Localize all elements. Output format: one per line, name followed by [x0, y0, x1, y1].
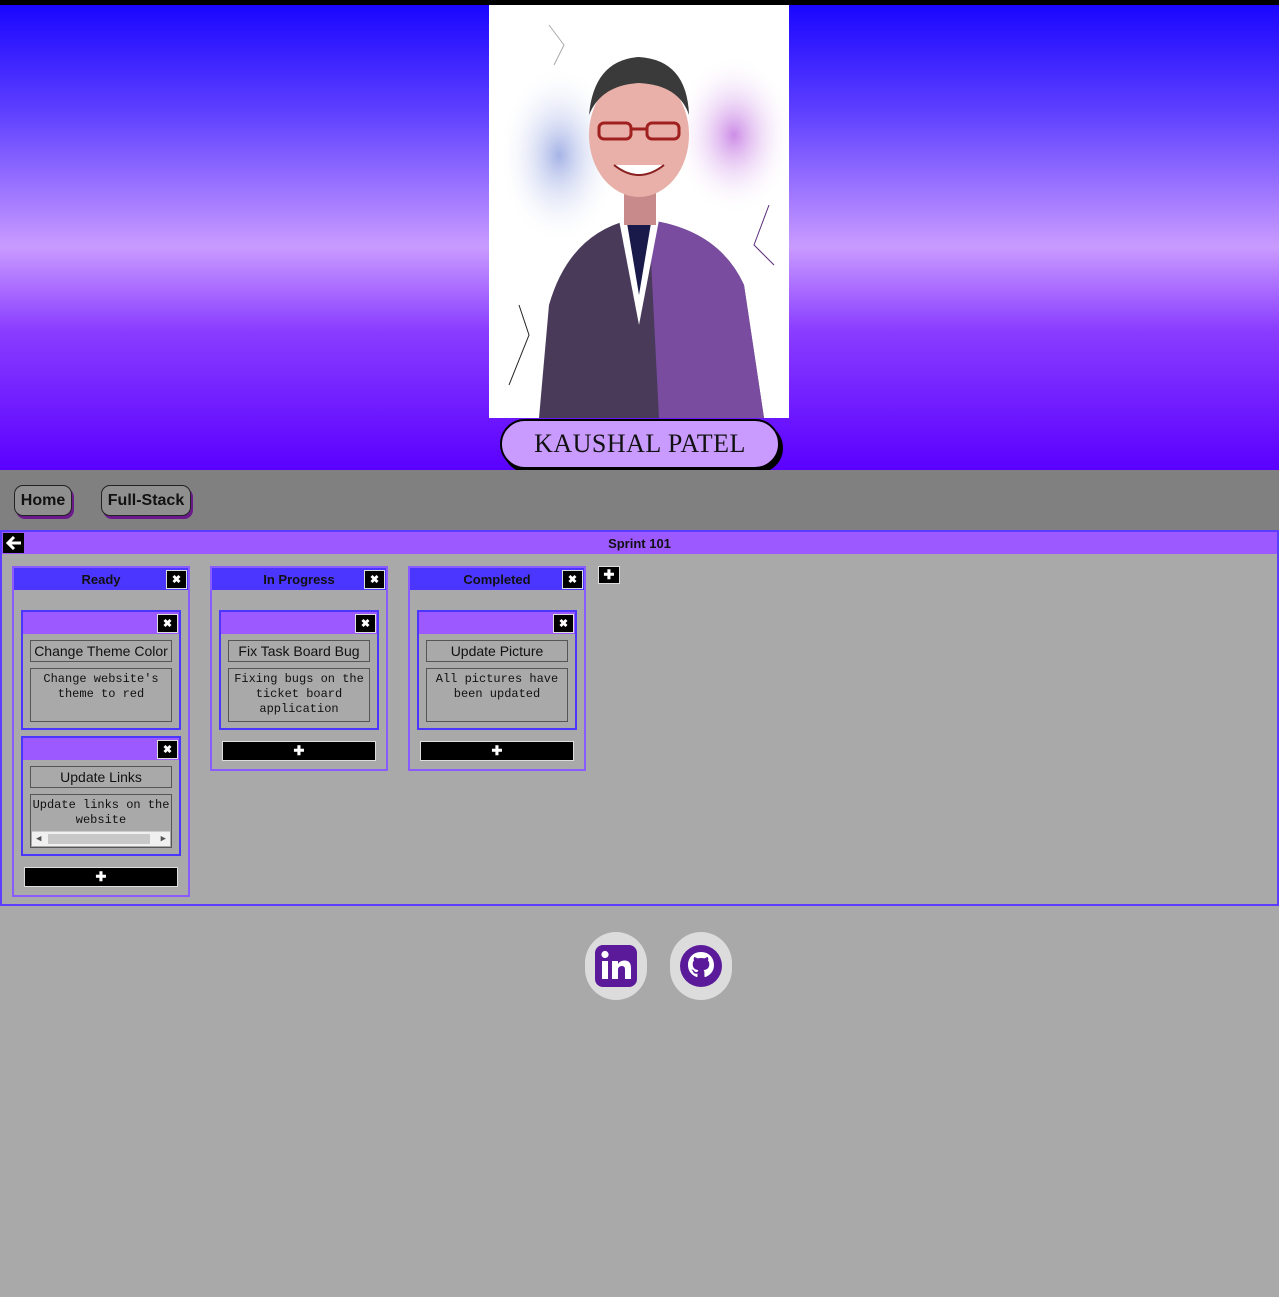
- card-description[interactable]: Update links on the website ◀ ▶: [30, 794, 172, 848]
- column-in-progress: In Progress ✖ ✖ Fix Task Board Bug Fixin…: [210, 566, 388, 771]
- scroll-right-icon[interactable]: ▶: [161, 832, 166, 846]
- add-column-button[interactable]: ✚: [598, 566, 620, 584]
- delete-card-button[interactable]: ✖: [553, 614, 574, 633]
- board-title: Sprint 101: [608, 535, 671, 551]
- github-link[interactable]: [670, 932, 732, 1000]
- delete-column-button[interactable]: ✖: [562, 570, 583, 589]
- column-title: Ready: [81, 571, 121, 587]
- column-header: Ready ✖: [14, 568, 188, 590]
- card-title[interactable]: Fix Task Board Bug: [228, 640, 370, 662]
- card-description[interactable]: All pictures have been updated: [426, 668, 568, 722]
- delete-column-button[interactable]: ✖: [364, 570, 385, 589]
- linkedin-icon: [595, 945, 637, 987]
- github-icon: [680, 945, 722, 987]
- card-header: ✖: [23, 738, 179, 760]
- close-icon: ✖: [162, 744, 173, 756]
- close-icon: ✖: [360, 618, 371, 630]
- add-card-button[interactable]: ✚: [24, 867, 178, 887]
- add-card-button[interactable]: ✚: [222, 741, 376, 761]
- linkedin-link[interactable]: [585, 932, 647, 1000]
- task-card[interactable]: ✖ Fix Task Board Bug Fixing bugs on the …: [219, 610, 379, 730]
- nav-full-stack-button[interactable]: Full-Stack: [101, 485, 191, 516]
- close-icon: ✖: [171, 574, 182, 586]
- card-description[interactable]: Change website's theme to red: [30, 668, 172, 722]
- close-icon: ✖: [162, 618, 173, 630]
- task-card[interactable]: ✖ Update Picture All pictures have been …: [417, 610, 577, 730]
- nav-bar: Home Full-Stack: [0, 470, 1279, 530]
- scroll-left-icon[interactable]: ◀: [36, 832, 41, 846]
- nav-home-button[interactable]: Home: [14, 485, 72, 516]
- plus-icon: ✚: [293, 743, 305, 758]
- card-description-text: Update links on the website: [32, 798, 170, 827]
- plus-icon: ✚: [603, 567, 615, 582]
- add-card-button[interactable]: ✚: [420, 741, 574, 761]
- card-title[interactable]: Change Theme Color: [30, 640, 172, 662]
- task-card[interactable]: ✖ Update Links Update links on the websi…: [21, 736, 181, 856]
- plus-icon: ✚: [95, 869, 107, 884]
- column-title: Completed: [463, 571, 531, 587]
- horizontal-scrollbar[interactable]: ◀ ▶: [32, 831, 170, 846]
- profile-name: KAUSHAL PATEL: [500, 419, 780, 469]
- back-button[interactable]: [3, 533, 24, 553]
- delete-card-button[interactable]: ✖: [355, 614, 376, 633]
- delete-column-button[interactable]: ✖: [166, 570, 187, 589]
- column-ready: Ready ✖ ✖ Change Theme Color Change webs…: [12, 566, 190, 897]
- column-completed: Completed ✖ ✖ Update Picture All picture…: [408, 566, 586, 771]
- card-header: ✖: [23, 612, 179, 634]
- card-header: ✖: [221, 612, 377, 634]
- delete-card-button[interactable]: ✖: [157, 614, 178, 633]
- close-icon: ✖: [567, 574, 578, 586]
- scrollbar-thumb[interactable]: [48, 834, 150, 844]
- close-icon: ✖: [369, 574, 380, 586]
- delete-card-button[interactable]: ✖: [157, 740, 178, 759]
- plus-icon: ✚: [491, 743, 503, 758]
- close-icon: ✖: [558, 618, 569, 630]
- task-card[interactable]: ✖ Change Theme Color Change website's th…: [21, 610, 181, 730]
- profile-portrait: [489, 5, 789, 418]
- task-board: Sprint 101 Ready ✖ ✖ Change Theme Color …: [0, 530, 1279, 906]
- board-header: Sprint 101: [2, 532, 1277, 554]
- card-title[interactable]: Update Picture: [426, 640, 568, 662]
- column-header: Completed ✖: [410, 568, 584, 590]
- column-title: In Progress: [263, 571, 335, 587]
- arrow-left-icon: [5, 536, 21, 550]
- card-header: ✖: [419, 612, 575, 634]
- card-description[interactable]: Fixing bugs on the ticket board applicat…: [228, 668, 370, 722]
- card-title[interactable]: Update Links: [30, 766, 172, 788]
- column-header: In Progress ✖: [212, 568, 386, 590]
